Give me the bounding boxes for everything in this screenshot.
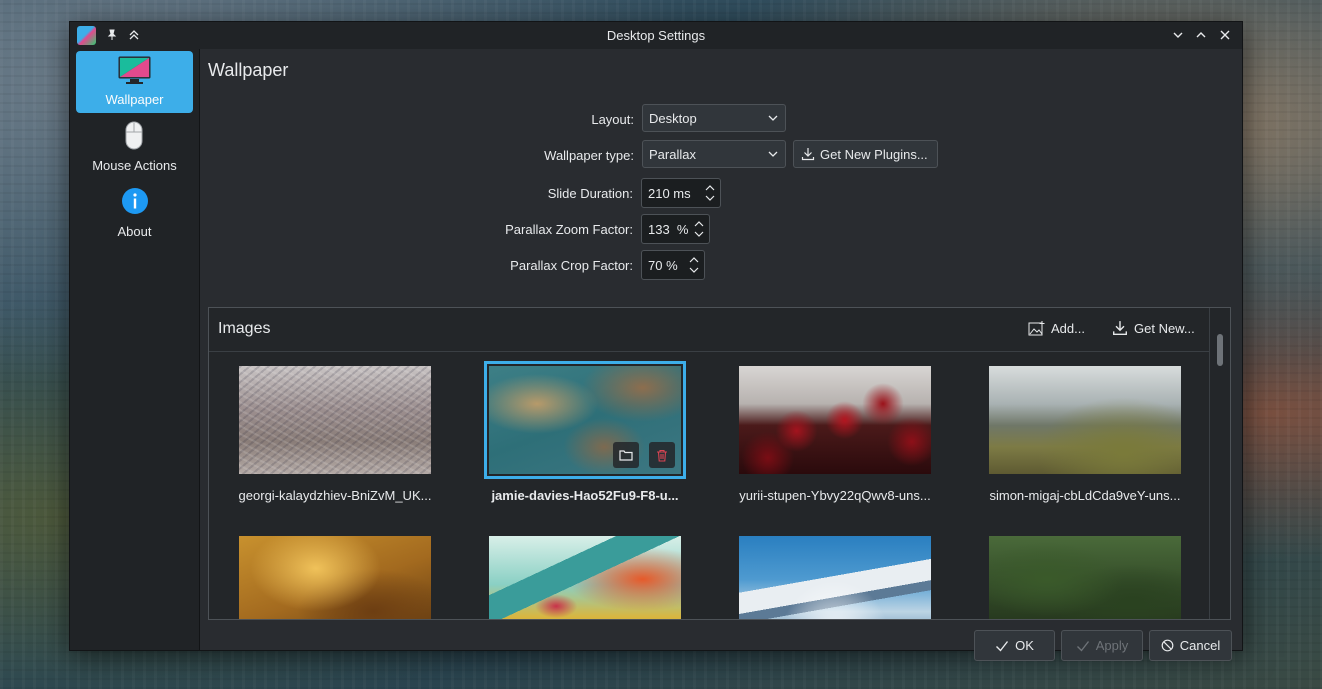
- ok-button[interactable]: OK: [974, 630, 1055, 661]
- slide-duration-spinbox[interactable]: 210 ms: [641, 178, 721, 208]
- info-icon: [122, 188, 148, 214]
- sidebar: Wallpaper Mouse Actions About: [70, 49, 200, 650]
- parallax-zoom-factor-value: 133 %: [648, 222, 689, 237]
- add-image-button[interactable]: Add...: [1028, 320, 1085, 337]
- close-button[interactable]: [1215, 25, 1235, 45]
- ok-label: OK: [1015, 638, 1034, 653]
- close-icon: [1220, 30, 1230, 40]
- spin-arrows-icon[interactable]: [688, 254, 700, 276]
- wallpaper-thumbnail-8[interactable]: [989, 536, 1181, 619]
- parallax-crop-factor-label: Parallax Crop Factor:: [510, 258, 633, 273]
- minimize-button[interactable]: [1168, 25, 1188, 45]
- desktop-settings-window: Desktop Settings Wallpaper Mouse Actions…: [69, 21, 1243, 661]
- layout-combobox[interactable]: Desktop: [642, 104, 786, 132]
- window-title: Desktop Settings: [606, 28, 706, 43]
- spin-arrows-icon[interactable]: [693, 218, 705, 240]
- slide-duration-label: Slide Duration:: [547, 186, 633, 201]
- slide-duration-value: 210 ms: [648, 186, 691, 201]
- wallpaper-thumbnail-5[interactable]: [239, 536, 431, 619]
- wallpaper-thumbnail-3[interactable]: [739, 366, 931, 474]
- wallpaper-caption: simon-migaj-cbLdCda9veY-uns...: [989, 488, 1181, 503]
- wallpaper-caption: georgi-kalaydzhiev-BniZvM_UK...: [238, 488, 432, 503]
- cancel-icon: [1161, 639, 1174, 652]
- apply-label: Apply: [1095, 638, 1129, 653]
- apply-button[interactable]: Apply: [1061, 630, 1143, 661]
- wallpaper-thumbnail-6[interactable]: [489, 536, 681, 619]
- page-title: Wallpaper: [208, 60, 289, 80]
- parallax-crop-factor-value: 70 %: [648, 258, 678, 273]
- wallpaper-thumbnail-4[interactable]: [989, 366, 1181, 474]
- sidebar-item-mouse-actions[interactable]: Mouse Actions: [76, 117, 193, 179]
- sidebar-item-label: Mouse Actions: [92, 158, 177, 173]
- parallax-zoom-factor-label: Parallax Zoom Factor:: [505, 222, 633, 237]
- wallpaper-type-value: Parallax: [649, 147, 696, 162]
- cancel-label: Cancel: [1179, 638, 1221, 653]
- wallpaper-thumbnail-2[interactable]: [484, 361, 686, 479]
- checkmark-icon: [996, 640, 1009, 652]
- wallpaper-caption: jamie-davies-Hao52Fu9-F8-u...: [491, 488, 679, 503]
- sidebar-item-about[interactable]: About: [76, 183, 193, 245]
- chevron-down-icon: [1173, 32, 1183, 38]
- get-new-images-button[interactable]: Get New...: [1112, 320, 1195, 336]
- maximize-button[interactable]: [1191, 25, 1211, 45]
- trash-icon: [657, 449, 667, 462]
- download-icon: [1113, 321, 1127, 335]
- checkmark-icon: [1076, 640, 1089, 652]
- get-new-images-label: Get New...: [1134, 320, 1195, 336]
- wallpaper-thumbnail-7[interactable]: [739, 536, 931, 619]
- mouse-icon: [125, 121, 143, 150]
- layout-label: Layout:: [591, 112, 634, 127]
- spin-arrows-icon[interactable]: [704, 182, 716, 204]
- chevron-up-icon: [1196, 32, 1206, 38]
- layout-value: Desktop: [649, 111, 697, 126]
- wallpaper-type-combobox[interactable]: Parallax: [642, 140, 786, 168]
- parallax-zoom-factor-spinbox[interactable]: 133 %: [641, 214, 710, 244]
- sidebar-item-label: Wallpaper: [105, 92, 164, 107]
- folder-icon: [619, 450, 633, 461]
- images-title: Images: [218, 320, 271, 337]
- images-panel: Images Add... Get New... georgi-kalaydzh…: [208, 307, 1231, 620]
- open-folder-button[interactable]: [613, 442, 639, 468]
- add-image-icon: [1028, 321, 1045, 336]
- add-image-label: Add...: [1051, 321, 1085, 336]
- monitor-icon: [118, 56, 151, 84]
- chevron-down-icon: [768, 115, 778, 121]
- cancel-button[interactable]: Cancel: [1149, 630, 1232, 661]
- wallpaper-thumbnail-1[interactable]: [239, 366, 431, 474]
- sidebar-item-wallpaper[interactable]: Wallpaper: [76, 51, 193, 113]
- title-bar[interactable]: Desktop Settings: [70, 22, 1242, 49]
- parallax-crop-factor-spinbox[interactable]: 70 %: [641, 250, 705, 280]
- delete-wallpaper-button[interactable]: [649, 442, 675, 468]
- download-icon: [801, 148, 815, 161]
- wallpaper-type-label: Wallpaper type:: [544, 148, 634, 163]
- sidebar-item-label: About: [117, 224, 152, 239]
- images-header: Images Add... Get New...: [209, 308, 1210, 352]
- content-area: Wallpaper Layout: Desktop Wallpaper type…: [200, 49, 1242, 661]
- wallpaper-caption: yurii-stupen-Ybvy22qQwv8-uns...: [739, 488, 931, 503]
- get-new-plugins-button[interactable]: Get New Plugins...: [793, 140, 938, 168]
- get-new-plugins-label: Get New Plugins...: [820, 146, 928, 162]
- chevron-down-icon: [768, 151, 778, 157]
- scrollbar-thumb[interactable]: [1217, 334, 1223, 366]
- images-scrollbar[interactable]: [1209, 308, 1230, 619]
